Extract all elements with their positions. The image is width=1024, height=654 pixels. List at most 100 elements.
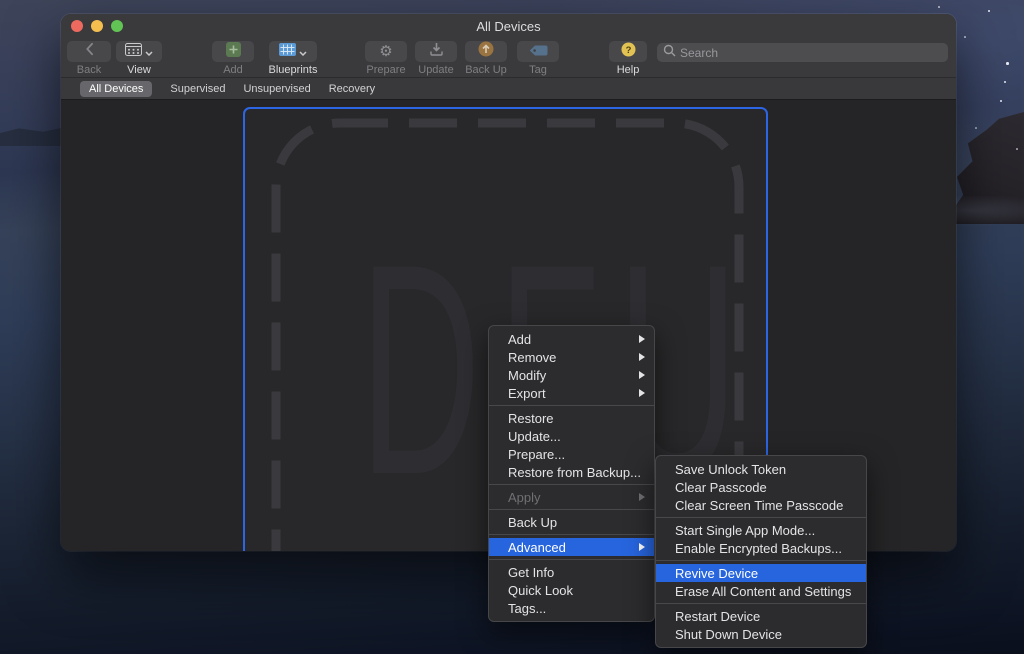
blueprints-button[interactable]: Blueprints	[258, 41, 328, 76]
menu-item-label: Prepare...	[508, 447, 565, 462]
context-menu-item-update[interactable]: Update...	[489, 427, 654, 445]
menu-item-label: Tags...	[508, 601, 546, 616]
menu-separator	[489, 509, 654, 510]
titlebar[interactable]: All Devices	[61, 14, 956, 38]
tag-button[interactable]: Tag	[508, 41, 568, 76]
zoom-button[interactable]	[111, 20, 123, 32]
advanced-submenu: Save Unlock Token Clear Passcode Clear Scr…	[655, 455, 867, 648]
context-menu-item-export[interactable]: Export	[489, 384, 654, 402]
chevron-left-icon	[85, 42, 94, 61]
backup-button[interactable]: Back Up	[456, 41, 516, 76]
blueprints-label: Blueprints	[258, 64, 328, 76]
submenu-arrow-icon	[639, 493, 645, 501]
star	[1004, 81, 1006, 83]
window-controls	[71, 20, 123, 32]
view-button[interactable]: View	[109, 41, 169, 76]
menu-item-label: Erase All Content and Settings	[675, 584, 851, 599]
menu-item-label: Back Up	[508, 515, 557, 530]
advanced-submenu-item-shut-down-device[interactable]: Shut Down Device	[656, 625, 866, 643]
star	[988, 10, 990, 12]
advanced-submenu-item-clear-screen-time-passcode[interactable]: Clear Screen Time Passcode	[656, 496, 866, 514]
menu-item-label: Revive Device	[675, 566, 758, 581]
minimize-button[interactable]	[91, 20, 103, 32]
context-menu-item-remove[interactable]: Remove	[489, 348, 654, 366]
tab-recovery[interactable]: Recovery	[329, 83, 375, 95]
scope-tabbar: All Devices Supervised Unsupervised Reco…	[61, 78, 956, 100]
chevron-down-icon	[145, 43, 153, 61]
menu-item-label: Advanced	[508, 540, 566, 555]
advanced-submenu-item-start-single-app-mode[interactable]: Start Single App Mode...	[656, 521, 866, 539]
tag-icon	[529, 43, 548, 61]
menu-item-label: Start Single App Mode...	[675, 523, 815, 538]
context-menu-item-restore[interactable]: Restore	[489, 409, 654, 427]
context-menu-item-add[interactable]: Add	[489, 330, 654, 348]
chevron-down-icon	[299, 43, 307, 61]
tab-unsupervised[interactable]: Unsupervised	[243, 83, 310, 95]
advanced-submenu-item-revive-device[interactable]: Revive Device	[656, 564, 866, 582]
download-icon	[429, 42, 444, 61]
context-menu-item-apply[interactable]: Apply	[489, 488, 654, 506]
tag-label: Tag	[508, 64, 568, 76]
context-menu-item-advanced[interactable]: Advanced	[489, 538, 654, 556]
tab-supervised[interactable]: Supervised	[170, 83, 225, 95]
menu-item-label: Update...	[508, 429, 561, 444]
context-menu-item-modify[interactable]: Modify	[489, 366, 654, 384]
context-menu-item-prepare[interactable]: Prepare...	[489, 445, 654, 463]
help-label: Help	[603, 64, 653, 76]
tab-all-devices[interactable]: All Devices	[80, 81, 152, 97]
context-menu-item-restore-from-backup[interactable]: Restore from Backup...	[489, 463, 654, 481]
star	[1016, 148, 1018, 150]
backup-label: Back Up	[456, 64, 516, 76]
toolbar: Back View Add	[61, 38, 956, 78]
star	[964, 36, 966, 38]
close-button[interactable]	[71, 20, 83, 32]
context-menu-item-tags[interactable]: Tags...	[489, 599, 654, 617]
star	[1000, 100, 1002, 102]
star	[938, 6, 940, 8]
submenu-arrow-icon	[639, 543, 645, 551]
submenu-arrow-icon	[639, 389, 645, 397]
question-mark-icon: ?	[621, 42, 636, 62]
advanced-submenu-item-erase-all-content-and-settings[interactable]: Erase All Content and Settings	[656, 582, 866, 600]
advanced-submenu-item-save-unlock-token[interactable]: Save Unlock Token	[656, 460, 866, 478]
menu-item-label: Modify	[508, 368, 546, 383]
context-menu-item-quick-look[interactable]: Quick Look	[489, 581, 654, 599]
star	[1006, 62, 1009, 65]
menu-separator	[656, 603, 866, 604]
menu-item-label: Export	[508, 386, 546, 401]
advanced-submenu-item-enable-encrypted-backups[interactable]: Enable Encrypted Backups...	[656, 539, 866, 557]
search-field[interactable]	[657, 43, 948, 62]
menu-separator	[489, 484, 654, 485]
menu-item-label: Enable Encrypted Backups...	[675, 541, 842, 556]
menu-separator	[489, 559, 654, 560]
view-grid-icon	[125, 43, 142, 61]
star	[975, 127, 977, 129]
advanced-submenu-item-clear-passcode[interactable]: Clear Passcode	[656, 478, 866, 496]
menu-item-label: Save Unlock Token	[675, 462, 786, 477]
add-plus-icon	[226, 42, 241, 62]
context-menu-item-back-up[interactable]: Back Up	[489, 513, 654, 531]
menu-item-label: Add	[508, 332, 531, 347]
menu-item-label: Clear Screen Time Passcode	[675, 498, 843, 513]
upload-circle-icon	[478, 41, 494, 62]
search-input[interactable]	[680, 46, 942, 60]
add-button[interactable]: Add	[203, 41, 263, 76]
add-label: Add	[203, 64, 263, 76]
submenu-arrow-icon	[639, 353, 645, 361]
search-icon	[663, 44, 676, 62]
window-title: All Devices	[476, 19, 540, 34]
menu-item-label: Quick Look	[508, 583, 573, 598]
menu-item-label: Remove	[508, 350, 556, 365]
menu-separator	[656, 517, 866, 518]
help-button[interactable]: ? Help	[603, 41, 653, 76]
advanced-submenu-item-restart-device[interactable]: Restart Device	[656, 607, 866, 625]
context-menu-item-get-info[interactable]: Get Info	[489, 563, 654, 581]
menu-item-label: Get Info	[508, 565, 554, 580]
menu-separator	[656, 560, 866, 561]
menu-item-label: Restore from Backup...	[508, 465, 641, 480]
menu-item-label: Shut Down Device	[675, 627, 782, 642]
menu-item-label: Restart Device	[675, 609, 760, 624]
svg-text:?: ?	[625, 45, 631, 56]
submenu-arrow-icon	[639, 371, 645, 379]
menu-item-label: Clear Passcode	[675, 480, 767, 495]
